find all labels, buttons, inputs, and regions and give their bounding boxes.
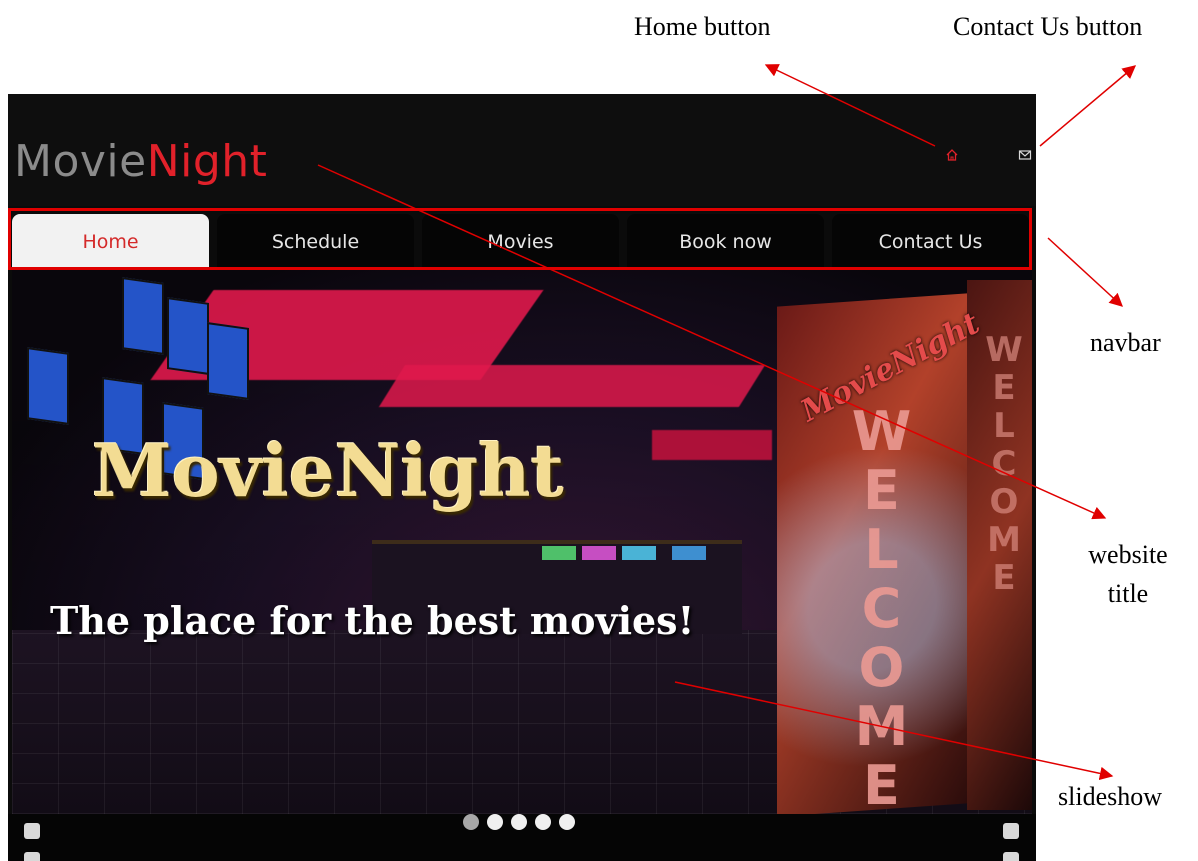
slide-screen [122,277,164,355]
website-mockup: MovieNight Home Schedule Movies Book now… [8,94,1036,861]
slide-screen [27,347,69,425]
nav-tab-movies[interactable]: Movies [422,214,619,269]
nav-tab-contact-us[interactable]: Contact Us [832,214,1029,269]
annotation-slideshow: slideshow [1058,782,1162,811]
slide-dot[interactable] [511,814,527,830]
slide-menu-board [542,546,576,560]
arrow-navbar [1047,237,1123,307]
site-header: MovieNight [8,94,1036,206]
navbar: Home Schedule Movies Book now Contact Us [8,208,1036,270]
slide-menu-board [672,546,706,560]
nav-tab-home[interactable]: Home [12,214,209,269]
nav-tab-schedule[interactable]: Schedule [217,214,414,269]
slide-screen [207,322,249,400]
annotation-home-button: Home button [634,12,771,41]
website-title-part2: Night [146,136,268,187]
slideshow-controls [8,814,1036,861]
slide-next-control[interactable] [1003,823,1019,839]
slide-dot[interactable] [487,814,503,830]
slide-pillar-welcome: WELCOME [850,400,913,813]
slide-prev-control[interactable] [24,823,40,839]
nav-tab-book-now[interactable]: Book now [627,214,824,269]
annotation-navbar: navbar [1090,328,1161,357]
slide-dot[interactable] [535,814,551,830]
slide-subtitle: The place for the best movies! [50,598,695,643]
arrow-contact-button [1039,65,1137,147]
slide-ceiling-light [378,365,766,407]
home-icon[interactable] [945,148,959,162]
website-title[interactable]: MovieNight [14,136,267,187]
slide-prev-control[interactable] [24,852,40,861]
slide-pillar2-welcome: WELCOME [984,330,1024,596]
slideshow[interactable]: MovieNight WELCOME WELCOME MovieNight Th… [12,270,1032,814]
slide-dot[interactable] [559,814,575,830]
slide-title: MovieNight [92,428,564,513]
mail-icon[interactable] [1018,148,1032,162]
slide-next-control[interactable] [1003,852,1019,861]
slide-screen [167,297,209,375]
slide-ceiling-light [652,430,772,460]
slide-menu-board [622,546,656,560]
website-title-part1: Movie [14,136,147,187]
slide-menu-board [582,546,616,560]
slide-dot[interactable] [463,814,479,830]
annotation-contact-button: Contact Us button [953,12,1143,41]
annotation-website-title: website title [1088,540,1168,608]
